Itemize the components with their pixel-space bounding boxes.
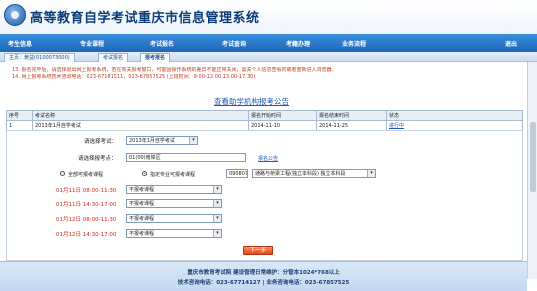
chevron-down-icon: ▾ [213,215,221,222]
radio-major-courses[interactable] [142,171,147,176]
column-header: 报名结束时间 [316,110,387,121]
chevron-down-icon: ▾ [367,170,375,177]
table-cell: 2014-11-25 [316,120,387,131]
nav-item-records[interactable]: 考籍办理 [286,39,310,48]
page-scrollbar[interactable] [527,62,537,279]
page-footer: 重庆市教育考试院 建设管理日常维护：分管本1024*768以上 技术咨询电话：0… [0,261,527,291]
main-navbar: 考生信息 专业课程 考试报名 考试查询 考籍办理 业务流程 退出 [0,34,537,52]
tab-home[interactable]: 主页：黄益(0100073000) [4,53,75,62]
major-code-field[interactable]: 090807 [226,169,248,178]
table-cell: 2014-11-10 [248,120,317,131]
slot-time-label: 01月12日 08:00-11:30 [56,217,117,223]
site-logo-icon [4,4,26,26]
radio-all-courses[interactable] [60,171,65,176]
table-header-row: 序号 考试名称 报名开始时间 报名结束时间 状态 [6,110,523,121]
scrollbar-thumb[interactable] [530,122,536,192]
exam-select[interactable]: 2013年1月自学考试 ▾ [126,136,198,145]
tab-exam-registration[interactable]: 考试报名 [98,53,129,62]
location-select-label: 请选择报考点： [78,156,117,162]
chevron-down-icon: ▾ [189,137,197,144]
table-cell: 进行中 [386,120,523,131]
table-cell: 2013年1月自学考试 [32,120,249,131]
site-banner: 高等教育自学考试重庆市信息管理系统 [0,0,537,34]
footer-line: 重庆市教育考试院 建设管理日常维护：分管本1024*768以上 [187,270,340,276]
slot-course-select[interactable]: 不报考课程 ▾ [126,185,222,194]
slot-course-value: 不报考课程 [129,216,155,222]
table-cell: 1 [6,120,33,131]
chevron-down-icon: ▾ [213,230,221,237]
slot-course-select[interactable]: 不报考课程 ▾ [126,229,222,238]
exam-select-value: 2013年1月自学考试 [129,138,175,144]
notice-box: 13. 报名完毕后，请选择退出网上报考系统，若在有关报考窗口，可能因操作系统的差… [0,63,527,88]
slot-course-select[interactable]: 不报考课程 ▾ [126,199,222,208]
slot-time-label: 01月11日 14:30-17:00 [56,202,117,208]
registration-form [6,130,523,261]
slot-course-value: 不报考课程 [129,201,155,207]
radio-major-courses-label: 指定专业可报考课程 [150,172,196,178]
nav-item-exam-query[interactable]: 考试查询 [222,39,246,48]
table-row: 1 2013年1月自学考试 2014-11-10 2014-11-25 进行中 [6,120,523,131]
exam-select-label: 请选择考试： [84,139,118,145]
slot-time-label: 01月11日 08:00-11:30 [56,188,117,194]
chevron-down-icon: ▾ [213,200,221,207]
status-link[interactable]: 进行中 [389,123,404,129]
exit-button[interactable]: 退出 [505,39,517,48]
nav-item-exam-registration[interactable]: 考试报名 [150,39,174,48]
notice-line: 13. 报名完毕后，请选择退出网上报考系统，若在有关报考窗口，可能因操作系统的差… [12,67,337,73]
major-select[interactable]: 通路与桥梁工程(独立本科段) 独立本科段 ▾ [252,169,376,178]
slot-time-label: 01月12日 14:30-17:00 [56,232,117,238]
slot-course-value: 不报考课程 [129,187,155,193]
tab-registration[interactable]: 报考报名 [140,53,171,62]
nav-item-student-info[interactable]: 考生信息 [8,39,32,48]
nav-item-courses[interactable]: 专业课程 [80,39,104,48]
chevron-down-icon: ▾ [213,186,221,193]
exam-schedule-table: 序号 考试名称 报名开始时间 报名结束时间 状态 1 2013年1月自学考试 2… [6,110,523,131]
site-title: 高等教育自学考试重庆市信息管理系统 [30,11,260,26]
location-field[interactable]: 01(00)南岸区 [126,153,246,162]
location-notice-link[interactable]: 报名公告 [258,155,278,162]
column-header: 考试名称 [32,110,249,121]
subnav-bar: 主页：黄益(0100073000) 考试报名 报考报名 [0,52,537,62]
column-header: 序号 [6,110,33,121]
notice-line: 14. 网上报考系统技术咨询电话：023-67181511，023-678575… [12,74,256,80]
slot-course-select[interactable]: 不报考课程 ▾ [126,214,222,223]
nav-item-process[interactable]: 业务流程 [342,39,366,48]
major-select-value: 通路与桥梁工程(独立本科段) 独立本科段 [255,171,346,177]
major-code-value: 090807 [229,171,248,177]
announcement-link[interactable]: 查看助学机构报考公告 [214,96,289,107]
footer-line: 技术咨询电话：023-67714127 | 业务咨询电话：023-6785752… [177,280,350,286]
location-value: 01(00)南岸区 [129,155,161,161]
slot-course-value: 不报考课程 [129,231,155,237]
column-header: 状态 [386,110,523,121]
next-step-button[interactable]: 下一步 [243,246,273,255]
radio-all-courses-label: 全部可报考课程 [68,172,104,178]
column-header: 报名开始时间 [248,110,317,121]
